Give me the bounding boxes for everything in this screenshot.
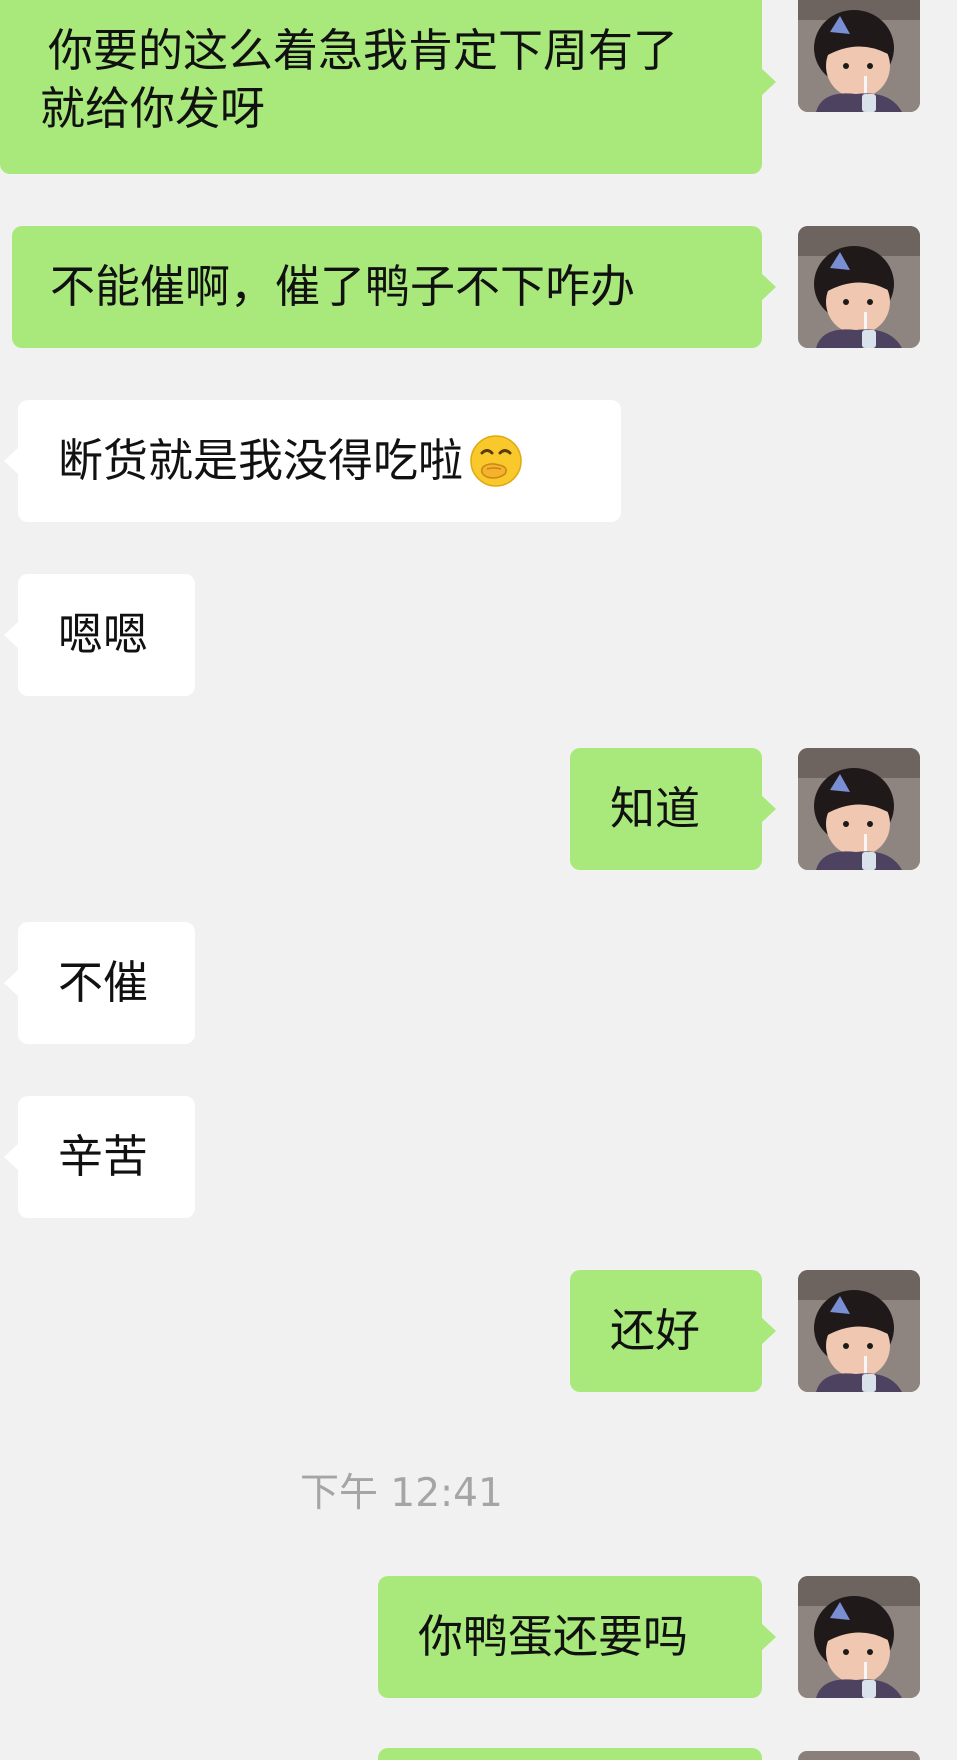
outgoing-message[interactable]: 你要的这么着急我肯定下周有了就给你发呀	[0, 0, 776, 174]
child-avatar-icon	[798, 226, 920, 348]
child-avatar-icon	[798, 1270, 920, 1392]
avatar[interactable]	[798, 1576, 920, 1698]
outgoing-message-partial[interactable]	[378, 1748, 762, 1760]
avatar[interactable]	[798, 226, 920, 348]
incoming-message[interactable]: 辛苦	[4, 1096, 195, 1218]
chat-transcript: 你要的这么着急我肯定下周有了就给你发呀 不能催啊，催了鸭子不下咋办 断货就是我没…	[0, 0, 957, 1760]
message-timestamp: 下午 12:41	[300, 1471, 503, 1516]
outgoing-message[interactable]: 不能催啊，催了鸭子不下咋办	[12, 226, 776, 348]
avatar[interactable]	[798, 1270, 920, 1392]
avatar-partial[interactable]	[798, 1751, 920, 1760]
outgoing-message[interactable]: 还好	[570, 1270, 776, 1392]
incoming-message[interactable]: 嗯嗯	[4, 574, 195, 696]
message-text: 知道	[610, 782, 701, 835]
message-text: 你鸭蛋还要吗	[418, 1610, 689, 1663]
hand-over-mouth-emoji-icon	[470, 435, 522, 487]
message-text: 你要的这么着急我肯定下周有了就给你发呀	[40, 24, 679, 135]
message-text: 还好	[610, 1304, 701, 1357]
avatar[interactable]	[798, 748, 920, 870]
outgoing-message[interactable]: 你鸭蛋还要吗	[378, 1576, 776, 1698]
child-avatar-icon	[798, 1576, 920, 1698]
message-text: 辛苦	[58, 1130, 149, 1183]
outgoing-message[interactable]: 知道	[570, 748, 776, 870]
incoming-message[interactable]: 不催	[4, 922, 195, 1044]
incoming-message[interactable]: 断货就是我没得吃啦	[4, 400, 621, 522]
message-text: 不催	[58, 956, 149, 1009]
child-avatar-icon	[798, 748, 920, 870]
message-text: 嗯嗯	[58, 608, 149, 661]
child-avatar-icon	[798, 0, 920, 112]
message-text: 断货就是我没得吃啦	[58, 434, 464, 487]
avatar[interactable]	[798, 0, 920, 112]
message-text: 不能催啊，催了鸭子不下咋办	[50, 260, 636, 313]
